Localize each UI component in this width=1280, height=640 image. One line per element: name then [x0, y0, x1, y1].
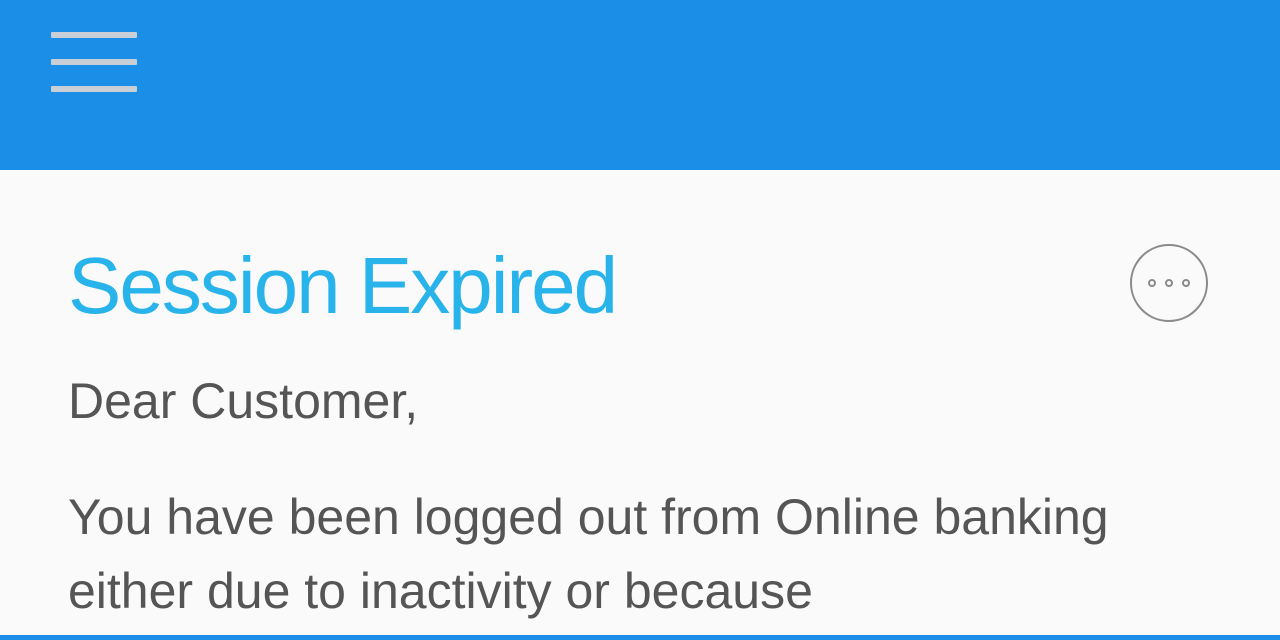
main-content: Session Expired Dear Customer, You have …	[0, 170, 1280, 635]
more-options-icon[interactable]	[1130, 244, 1208, 322]
menu-bar-middle	[51, 59, 137, 65]
more-dot-middle	[1165, 279, 1173, 287]
more-dot-left	[1148, 279, 1156, 287]
app-header	[0, 0, 1280, 170]
more-dot-right	[1182, 279, 1190, 287]
bottom-divider	[0, 635, 1280, 640]
hamburger-menu-icon[interactable]	[44, 24, 144, 100]
menu-bar-bottom	[51, 86, 137, 92]
session-message: You have been logged out from Online ban…	[68, 489, 1109, 619]
session-expired-screen: Session Expired Dear Customer, You have …	[0, 0, 1280, 640]
menu-bar-top	[51, 32, 137, 38]
page-title: Session Expired	[68, 241, 618, 330]
greeting-text: Dear Customer,	[68, 373, 419, 429]
